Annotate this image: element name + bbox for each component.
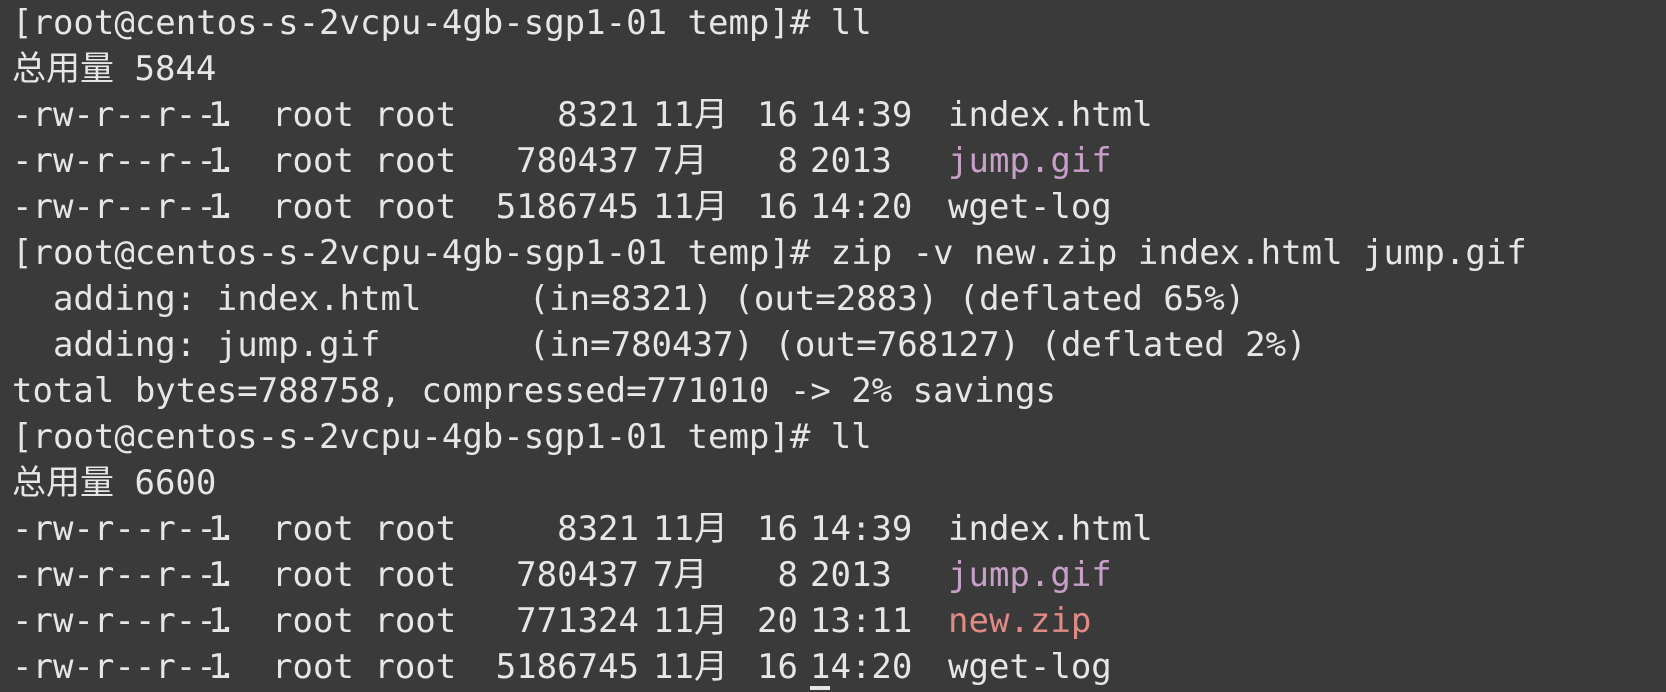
adding-label: adding: [52,325,197,365]
file-listing-row: -rw-r--r--.1 root root 5186745 11月 16 14:20 wg… [12,644,1666,690]
file-size: 771324 [516,601,639,641]
file-day: 16 [757,95,798,135]
file-link-count: 1 [208,187,229,227]
file-listing-row: -rw-r--r--.1 root root 8321 11月 16 14:39 index… [12,506,1666,552]
file-listing-row: -rw-r--r--.1 root root 780437 7月 8 2013 jump.g… [12,552,1666,598]
file-link-count: 1 [208,95,229,135]
shell-command: ll [830,3,872,43]
file-size: 8321 [557,509,639,549]
file-day: 16 [757,509,798,549]
adding-file-name: index.html [216,279,422,319]
file-time: 14:20 [810,187,913,227]
file-month: 11月 [653,647,728,687]
zip-adding-line: adding: index.html (in=8321) (out=2883) (… [12,276,1666,322]
file-listing-row: -rw-r--r--.1 root root 780437 7月 8 2013 jump.g… [12,138,1666,184]
file-link-count: 1 [208,141,229,181]
file-listing-row: -rw-r--r--.1 root root 8321 11月 16 14:39 index… [12,92,1666,138]
terminal-output[interactable]: [root@centos-s-2vcpu-4gb-sgp1-01 temp]# … [0,0,1666,692]
file-size: 780437 [516,141,639,181]
shell-command: zip -v new.zip index.html jump.gif [830,233,1527,273]
file-size: 5186745 [495,187,639,227]
file-time: 14:39 [810,509,913,549]
file-time: 14:39 [810,95,913,135]
file-month: 11月 [653,509,728,549]
zip-adding-line: adding: jump.gif (in=780437) (out=768127)… [12,322,1666,368]
shell-prompt: [root@centos-s-2vcpu-4gb-sgp1-01 temp]# [12,417,831,457]
file-listing-row: -rw-r--r--.1 root root 5186745 11月 16 14:20 wg… [12,184,1666,230]
adding-stats: (in=8321) (out=2883) (deflated 65%) [528,279,1246,319]
summary-line: total bytes=788758, compressed=771010 ->… [12,368,1666,414]
file-link-count: 1 [208,601,229,641]
file-day: 16 [757,647,798,687]
file-name: jump.gif [948,141,1112,181]
file-month: 7月 [653,141,708,181]
file-month: 11月 [653,601,728,641]
file-size: 5186745 [495,647,639,687]
text-cursor [810,686,830,690]
file-owner-group: root root [272,647,457,687]
file-owner-group: root root [272,187,457,227]
shell-prompt: [root@centos-s-2vcpu-4gb-sgp1-01 temp]# [12,3,831,43]
total-line: 总用量 6600 [12,460,1666,506]
prompt-line: [root@centos-s-2vcpu-4gb-sgp1-01 temp]# … [12,414,1666,460]
file-owner-group: root root [272,95,457,135]
file-time: 14:20 [810,647,913,687]
file-month: 11月 [653,187,728,227]
total-line: 总用量 5844 [12,46,1666,92]
file-name: index.html [948,95,1153,135]
file-size: 780437 [516,555,639,595]
file-time: 13:11 [810,601,913,641]
file-owner-group: root root [272,555,457,595]
file-owner-group: root root [272,601,457,641]
file-day: 16 [757,187,798,227]
total-size-text: 总用量 6600 [12,463,217,503]
adding-file-name: jump.gif [216,325,381,365]
file-owner-group: root root [272,509,457,549]
file-month: 7月 [653,555,708,595]
shell-prompt: [root@centos-s-2vcpu-4gb-sgp1-01 temp]# [12,233,831,273]
file-day: 20 [757,601,798,641]
file-time: 2013 [810,141,892,181]
file-name: index.html [948,509,1153,549]
file-day: 8 [777,141,798,181]
file-name: jump.gif [948,555,1112,595]
file-name: new.zip [948,601,1092,641]
prompt-line: [root@centos-s-2vcpu-4gb-sgp1-01 temp]# … [12,230,1666,276]
file-owner-group: root root [272,141,457,181]
adding-stats: (in=780437) (out=768127) (deflated 2%) [528,325,1307,365]
file-size: 8321 [557,95,639,135]
shell-command: ll [830,417,872,457]
file-link-count: 1 [208,647,229,687]
file-name: wget-log [948,187,1112,227]
total-size-text: 总用量 5844 [12,49,217,89]
file-day: 8 [777,555,798,595]
file-name: wget-log [948,647,1112,687]
file-link-count: 1 [208,555,229,595]
prompt-line: [root@centos-s-2vcpu-4gb-sgp1-01 temp]# … [12,0,1666,46]
zip-summary-text: total bytes=788758, compressed=771010 ->… [12,371,1056,411]
adding-label: adding: [52,279,197,319]
file-month: 11月 [653,95,728,135]
file-listing-row: -rw-r--r--.1 root root 771324 11月 20 13:11 new… [12,598,1666,644]
file-time: 2013 [810,555,892,595]
file-link-count: 1 [208,509,229,549]
